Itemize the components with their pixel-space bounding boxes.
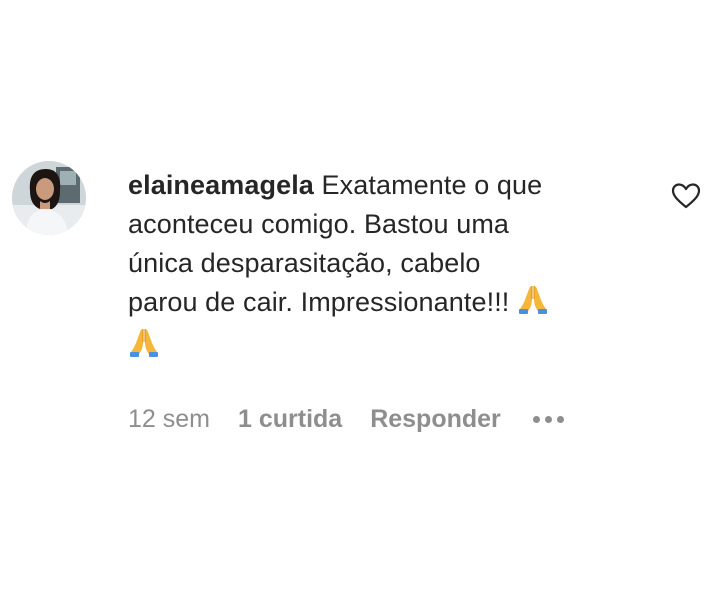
comment-username[interactable]: elaineamagela (128, 170, 314, 200)
avatar-photo-icon (12, 161, 86, 235)
praying-hands-icon (130, 329, 158, 357)
more-dot-icon (544, 415, 552, 423)
comment-text-line-1: Exatamente o que (321, 170, 543, 200)
praying-hands-emoji-icon (128, 326, 160, 369)
avatar[interactable] (12, 161, 86, 235)
reply-button[interactable]: Responder (370, 405, 501, 434)
more-dot-icon (556, 415, 564, 423)
heart-outline-icon (671, 183, 701, 209)
like-comment-button[interactable] (670, 180, 702, 212)
comment-body: elaineamagela Exatamente o que aconteceu… (128, 166, 648, 369)
praying-hands-emoji-icon (517, 283, 549, 326)
comment-text-line-4: parou de cair. Impressionante!!! (128, 287, 510, 317)
comment-text-line-2: aconteceu comigo. Bastou uma (128, 209, 510, 239)
more-dot-icon (532, 415, 540, 423)
comment: elaineamagela Exatamente o que aconteceu… (0, 0, 718, 589)
comment-likes-count[interactable]: 1 curtida (238, 405, 342, 434)
comment-timestamp[interactable]: 12 sem (128, 405, 210, 434)
praying-hands-icon (519, 286, 548, 314)
comment-text-line-3: única desparasitação, cabelo (128, 248, 481, 278)
comment-meta: 12 sem 1 curtida Responder (128, 402, 564, 436)
more-options-button[interactable] (532, 402, 564, 436)
